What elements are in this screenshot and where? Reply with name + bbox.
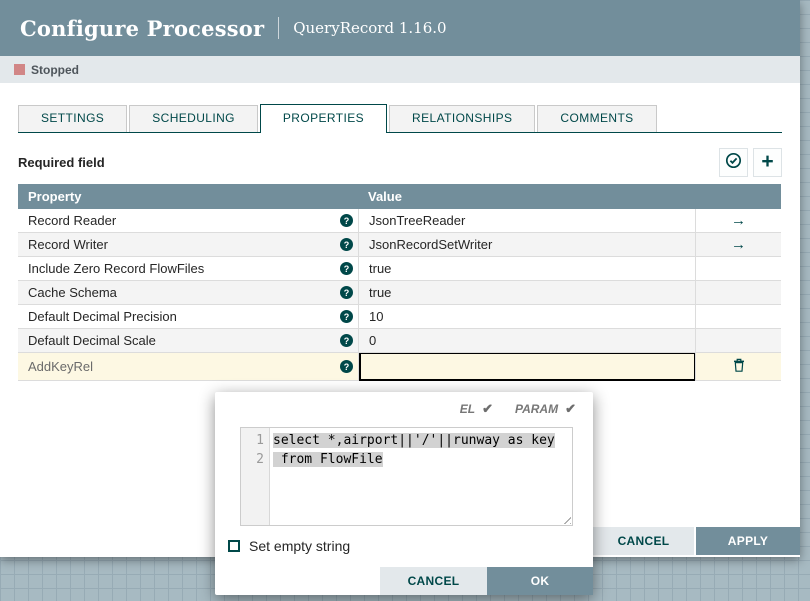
property-name: Default Decimal Precision <box>28 309 177 324</box>
help-icon[interactable]: ? <box>340 238 353 251</box>
expression-support-indicators: EL ✔ PARAM ✔ <box>460 401 576 417</box>
stopped-square-icon <box>14 64 25 75</box>
el-supported-indicator: EL ✔ <box>460 401 493 417</box>
tab-comments[interactable]: COMMENTS <box>537 105 656 132</box>
property-value: JsonRecordSetWriter <box>369 237 492 252</box>
dialog-header: Configure Processor QueryRecord 1.16.0 <box>0 0 800 56</box>
help-icon[interactable]: ? <box>340 262 353 275</box>
property-value: 10 <box>369 309 383 324</box>
property-name: AddKeyRel <box>28 359 93 374</box>
processor-name-version: QueryRecord 1.16.0 <box>293 19 446 37</box>
value-edit-field[interactable] <box>359 353 695 381</box>
code-line: from FlowFile <box>273 450 572 469</box>
property-name: Default Decimal Scale <box>28 333 156 348</box>
param-label: PARAM <box>515 402 558 416</box>
property-row[interactable]: Include Zero Record FlowFiles? true <box>18 257 781 281</box>
editor-ok-button[interactable]: OK <box>487 567 593 595</box>
required-field-label: Required field <box>18 155 105 170</box>
help-icon[interactable]: ? <box>340 286 353 299</box>
tab-relationships[interactable]: RELATIONSHIPS <box>389 105 535 132</box>
help-icon[interactable]: ? <box>340 334 353 347</box>
property-name: Include Zero Record FlowFiles <box>28 261 204 276</box>
tab-bar: SETTINGSSCHEDULINGPROPERTIESRELATIONSHIP… <box>18 104 782 133</box>
table-body: Record Reader?JsonTreeReader→Record Writ… <box>18 209 781 381</box>
toolbar-buttons: + <box>719 148 782 177</box>
column-header-value: Value <box>358 189 695 204</box>
property-value: 0 <box>369 333 376 348</box>
property-row[interactable]: Record Writer? JsonRecordSetWriter → <box>18 233 781 257</box>
property-row[interactable]: AddKeyRel? <box>18 353 781 381</box>
param-check-icon: ✔ <box>565 401 576 417</box>
cancel-button[interactable]: CANCEL <box>593 527 694 555</box>
verify-properties-button[interactable] <box>719 148 748 177</box>
editor-cancel-button[interactable]: CANCEL <box>380 567 487 595</box>
value-code-editor[interactable]: 12 select *,airport||'/'||runway as key … <box>240 427 573 526</box>
property-name: Record Reader <box>28 213 116 228</box>
property-row[interactable]: Record Reader? JsonTreeReader → <box>18 209 781 233</box>
help-icon[interactable]: ? <box>340 360 353 373</box>
table-header: Property Value <box>18 184 781 209</box>
property-row[interactable]: Cache Schema? true <box>18 281 781 305</box>
table-toolbar: Required field + <box>18 147 782 177</box>
properties-table: Property Value Record Reader? JsonTreeRea… <box>18 184 781 381</box>
line-number: 2 <box>241 450 264 469</box>
line-number: 1 <box>241 431 264 450</box>
line-number-gutter: 12 <box>241 428 270 525</box>
help-icon[interactable]: ? <box>340 214 353 227</box>
trash-icon[interactable] <box>733 358 745 375</box>
code-area[interactable]: select *,airport||'/'||runway as key fro… <box>270 428 572 525</box>
property-value: true <box>369 261 391 276</box>
property-value: JsonTreeReader <box>369 213 465 228</box>
property-row[interactable]: Default Decimal Precision? 10 <box>18 305 781 329</box>
editor-footer: CANCEL OK <box>380 567 593 595</box>
column-header-property: Property <box>18 189 358 204</box>
status-label: Stopped <box>31 63 79 77</box>
set-empty-string-checkbox[interactable] <box>228 540 240 552</box>
param-supported-indicator: PARAM ✔ <box>515 401 576 417</box>
title-divider <box>278 17 279 39</box>
go-to-service-arrow-icon[interactable]: → <box>731 212 746 229</box>
value-editor-popup: EL ✔ PARAM ✔ 12 select *,airport||'/'||r… <box>215 392 593 595</box>
tab-properties[interactable]: PROPERTIES <box>260 104 387 133</box>
property-name: Record Writer <box>28 237 108 252</box>
dialog-title: Configure Processor <box>20 16 264 41</box>
add-property-button[interactable]: + <box>753 148 782 177</box>
check-circle-icon <box>725 152 742 172</box>
tab-scheduling[interactable]: SCHEDULING <box>129 105 258 132</box>
property-value: true <box>369 285 391 300</box>
code-line: select *,airport||'/'||runway as key <box>273 431 572 450</box>
property-row[interactable]: Default Decimal Scale? 0 <box>18 329 781 353</box>
el-check-icon: ✔ <box>482 401 493 417</box>
apply-button[interactable]: APPLY <box>696 527 800 555</box>
property-name: Cache Schema <box>28 285 117 300</box>
set-empty-string-label: Set empty string <box>249 538 350 554</box>
plus-icon: + <box>761 151 773 172</box>
go-to-service-arrow-icon[interactable]: → <box>731 236 746 253</box>
help-icon[interactable]: ? <box>340 310 353 323</box>
set-empty-string-option[interactable]: Set empty string <box>228 538 350 554</box>
status-bar: Stopped <box>0 56 800 83</box>
el-label: EL <box>460 402 475 416</box>
dialog-footer: CANCEL APPLY <box>593 527 800 555</box>
tab-settings[interactable]: SETTINGS <box>18 105 127 132</box>
